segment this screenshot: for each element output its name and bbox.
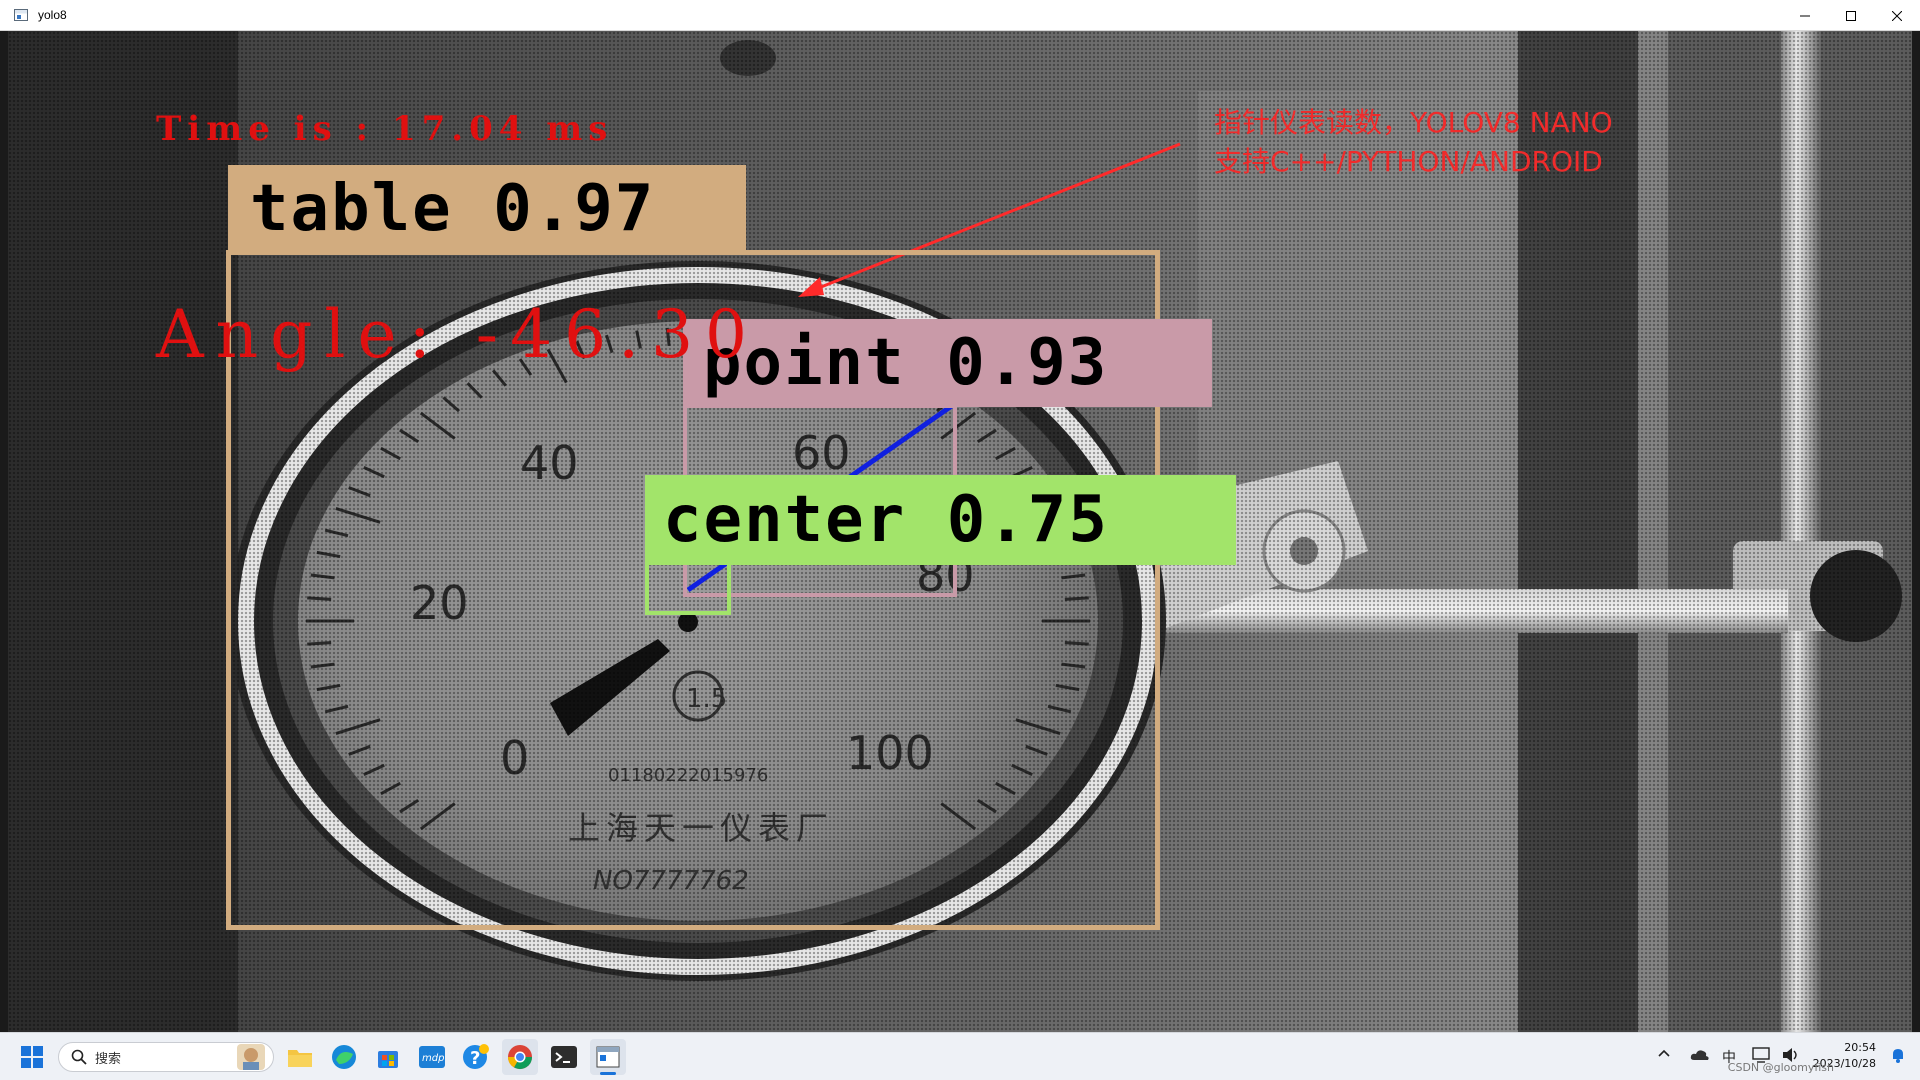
taskbar-store[interactable] bbox=[370, 1039, 406, 1075]
center-bounding-box bbox=[645, 561, 731, 615]
maximize-icon bbox=[1846, 10, 1856, 21]
taskbar-help[interactable]: ? bbox=[458, 1039, 494, 1075]
point-detection-score: 0.93 bbox=[946, 326, 1109, 400]
taskbar-file-explorer[interactable] bbox=[282, 1039, 318, 1075]
taskbar: 搜索 mdp ? 中 20:54 2023/10/28 CSDN @gloomy… bbox=[0, 1032, 1920, 1080]
center-detection-class: center bbox=[663, 483, 907, 557]
search-highlight-icon bbox=[237, 1044, 265, 1070]
taskbar-mdp[interactable]: mdp bbox=[414, 1039, 450, 1075]
help-icon: ? bbox=[463, 1044, 489, 1069]
app-window-icon bbox=[14, 9, 28, 21]
start-button[interactable] bbox=[14, 1039, 50, 1075]
search-placeholder: 搜索 bbox=[95, 1051, 122, 1067]
close-button[interactable] bbox=[1874, 0, 1920, 31]
onedrive-button[interactable] bbox=[1690, 1047, 1710, 1065]
close-icon bbox=[1892, 10, 1902, 21]
annotation-note-line2: 支持C++/PYTHON/ANDROID bbox=[1214, 145, 1603, 178]
mdp-app-icon: mdp bbox=[419, 1046, 445, 1068]
active-indicator bbox=[600, 1072, 616, 1075]
taskbar-terminal[interactable] bbox=[546, 1039, 582, 1075]
table-detection-score: 0.97 bbox=[493, 172, 656, 246]
taskbar-yolo8-window[interactable] bbox=[590, 1039, 626, 1075]
svg-text:?: ? bbox=[470, 1048, 480, 1069]
show-hidden-icons-button[interactable] bbox=[1658, 1047, 1670, 1063]
point-detection-label: point 0.93 bbox=[683, 319, 1212, 407]
search-icon bbox=[71, 1049, 87, 1065]
annotation-note-line1: 指针仪表读数，YOLOV8 NANO bbox=[1214, 106, 1613, 139]
bell-icon bbox=[1893, 1049, 1903, 1063]
chrome-icon bbox=[508, 1045, 532, 1070]
windows-start-icon bbox=[21, 1046, 43, 1068]
chevron-up-icon bbox=[1658, 1049, 1670, 1057]
table-detection-label: table 0.97 bbox=[228, 165, 746, 253]
maximize-button[interactable] bbox=[1828, 0, 1874, 31]
clock-time: 20:54 bbox=[1844, 1041, 1876, 1054]
table-detection-class: table bbox=[250, 172, 453, 246]
minimize-button[interactable] bbox=[1782, 0, 1828, 31]
window-title-bar: yolo8 bbox=[0, 0, 1920, 31]
window-title: yolo8 bbox=[38, 8, 67, 22]
taskbar-chrome[interactable] bbox=[502, 1039, 538, 1075]
watermark-text: CSDN @gloomyfish bbox=[1727, 1061, 1834, 1074]
inference-time-text: Time is : 17.04 ms bbox=[156, 109, 614, 149]
center-detection-score: 0.75 bbox=[946, 483, 1109, 557]
svg-text:mdp: mdp bbox=[422, 1053, 444, 1064]
app-window-icon bbox=[596, 1046, 620, 1068]
minimize-icon bbox=[1800, 15, 1810, 16]
store-icon bbox=[378, 1051, 398, 1068]
taskbar-search-box[interactable]: 搜索 bbox=[58, 1042, 274, 1072]
terminal-icon bbox=[551, 1046, 577, 1068]
folder-icon bbox=[288, 1050, 312, 1067]
video-frame: 0 20 40 60 80 100 1.5 01180222015976 上海天… bbox=[8, 31, 1912, 1032]
cloud-icon bbox=[1690, 1050, 1709, 1060]
notification-button[interactable] bbox=[1890, 1047, 1906, 1067]
edge-browser-icon bbox=[332, 1045, 356, 1069]
center-detection-label: center 0.75 bbox=[645, 475, 1236, 565]
taskbar-edge[interactable] bbox=[326, 1039, 362, 1075]
angle-readout-text: Angle: -46.30 bbox=[156, 296, 760, 373]
